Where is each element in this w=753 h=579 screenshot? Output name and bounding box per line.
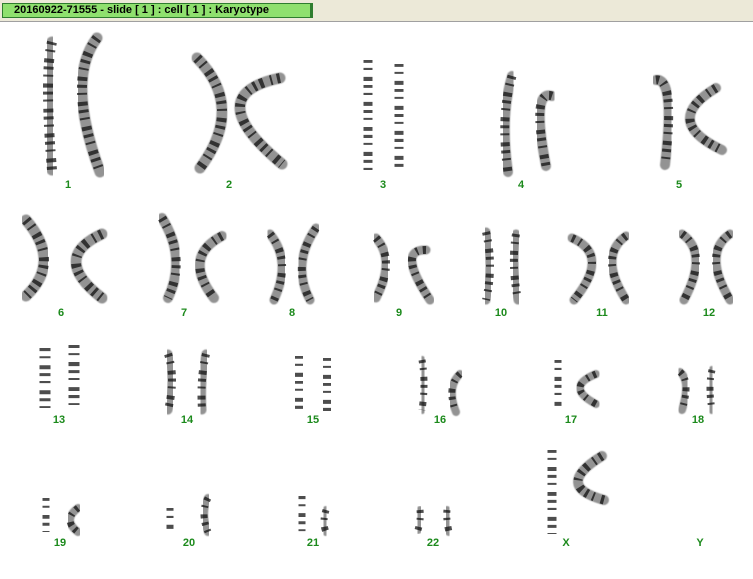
chromosome-label-8: 8 (288, 307, 296, 319)
chromosome-label-19: 19 (53, 537, 67, 549)
chromosome-4-a (499, 71, 517, 177)
chromosome-label-17: 17 (564, 414, 578, 426)
chromosome-label-1: 1 (64, 179, 72, 191)
chromosome-pair-2[interactable] (191, 52, 288, 174)
window-title-text: 20160922-71555 - slide [ 1 ] : cell [ 1 … (14, 4, 269, 16)
chromosome-label-2: 2 (225, 179, 233, 191)
chromosome-label-11: 11 (596, 307, 608, 319)
chromosome-pair-6[interactable] (20, 214, 108, 304)
chromosome-pair-5[interactable] (651, 75, 727, 170)
chromosome-pair-21[interactable] (298, 492, 330, 538)
chromosome-label-13: 13 (52, 414, 66, 426)
chromosome-label-21: 21 (306, 537, 320, 549)
chromosome-label-20: 20 (182, 537, 196, 549)
chromosome-label-22: 22 (426, 537, 440, 549)
chromosome-12-a (677, 229, 701, 305)
chromosome-pair-9[interactable] (371, 233, 435, 305)
chromosome-pair-1[interactable] (42, 32, 106, 178)
chromosome-X-b (573, 451, 609, 505)
chromosome-label-15: 15 (306, 414, 320, 426)
chromosome-pair-19[interactable] (42, 494, 82, 536)
chromosome-pair-15[interactable] (294, 351, 332, 417)
chromosome-pair-17[interactable] (554, 356, 600, 414)
chromosome-label-16: 16 (433, 414, 447, 426)
chromosome-pair-12[interactable] (677, 229, 735, 305)
chromosome-label-Y: Y (696, 537, 704, 549)
chromosome-label-10: 10 (494, 307, 508, 319)
chromosome-pair-11[interactable] (567, 231, 631, 305)
chromosome-8-b (297, 223, 321, 305)
chromosome-4-b-bands (535, 90, 554, 167)
chromosome-pair-7[interactable] (157, 213, 227, 303)
karyogram-canvas (20, 32, 735, 539)
chromosome-label-7: 7 (180, 307, 188, 319)
chromosome-pair-14[interactable] (163, 349, 211, 415)
chromosome-pair-20[interactable] (166, 494, 212, 536)
chromosome-label-12: 12 (702, 307, 716, 319)
chromosome-label-6: 6 (57, 307, 65, 319)
chromosome-pair-13[interactable] (39, 339, 80, 416)
title-end-marker (310, 4, 312, 17)
chromosome-pair-22[interactable] (414, 506, 453, 536)
chromosome-pair-3[interactable] (362, 55, 404, 177)
chromosome-label-4: 4 (517, 179, 525, 191)
chromosome-pair-16[interactable] (418, 356, 464, 416)
chromosome-label-3: 3 (379, 179, 387, 191)
window-title: 20160922-71555 - slide [ 1 ] : cell [ 1 … (2, 3, 313, 18)
chromosome-layer (20, 32, 735, 539)
chromosome-label-18: 18 (691, 414, 705, 426)
chromosome-label-5: 5 (675, 179, 683, 191)
chromosome-12-b (711, 229, 735, 305)
chromosome-pair-4[interactable] (499, 71, 557, 177)
chromosome-pair-8[interactable] (265, 223, 321, 305)
chromosome-label-X: X (562, 537, 570, 549)
chromosome-label-14: 14 (180, 414, 194, 426)
chromosome-pair-18[interactable] (676, 366, 716, 414)
chromosome-label-9: 9 (395, 307, 403, 319)
chromosome-pair-X[interactable] (546, 445, 609, 539)
chromosome-pair-10[interactable] (481, 227, 523, 305)
